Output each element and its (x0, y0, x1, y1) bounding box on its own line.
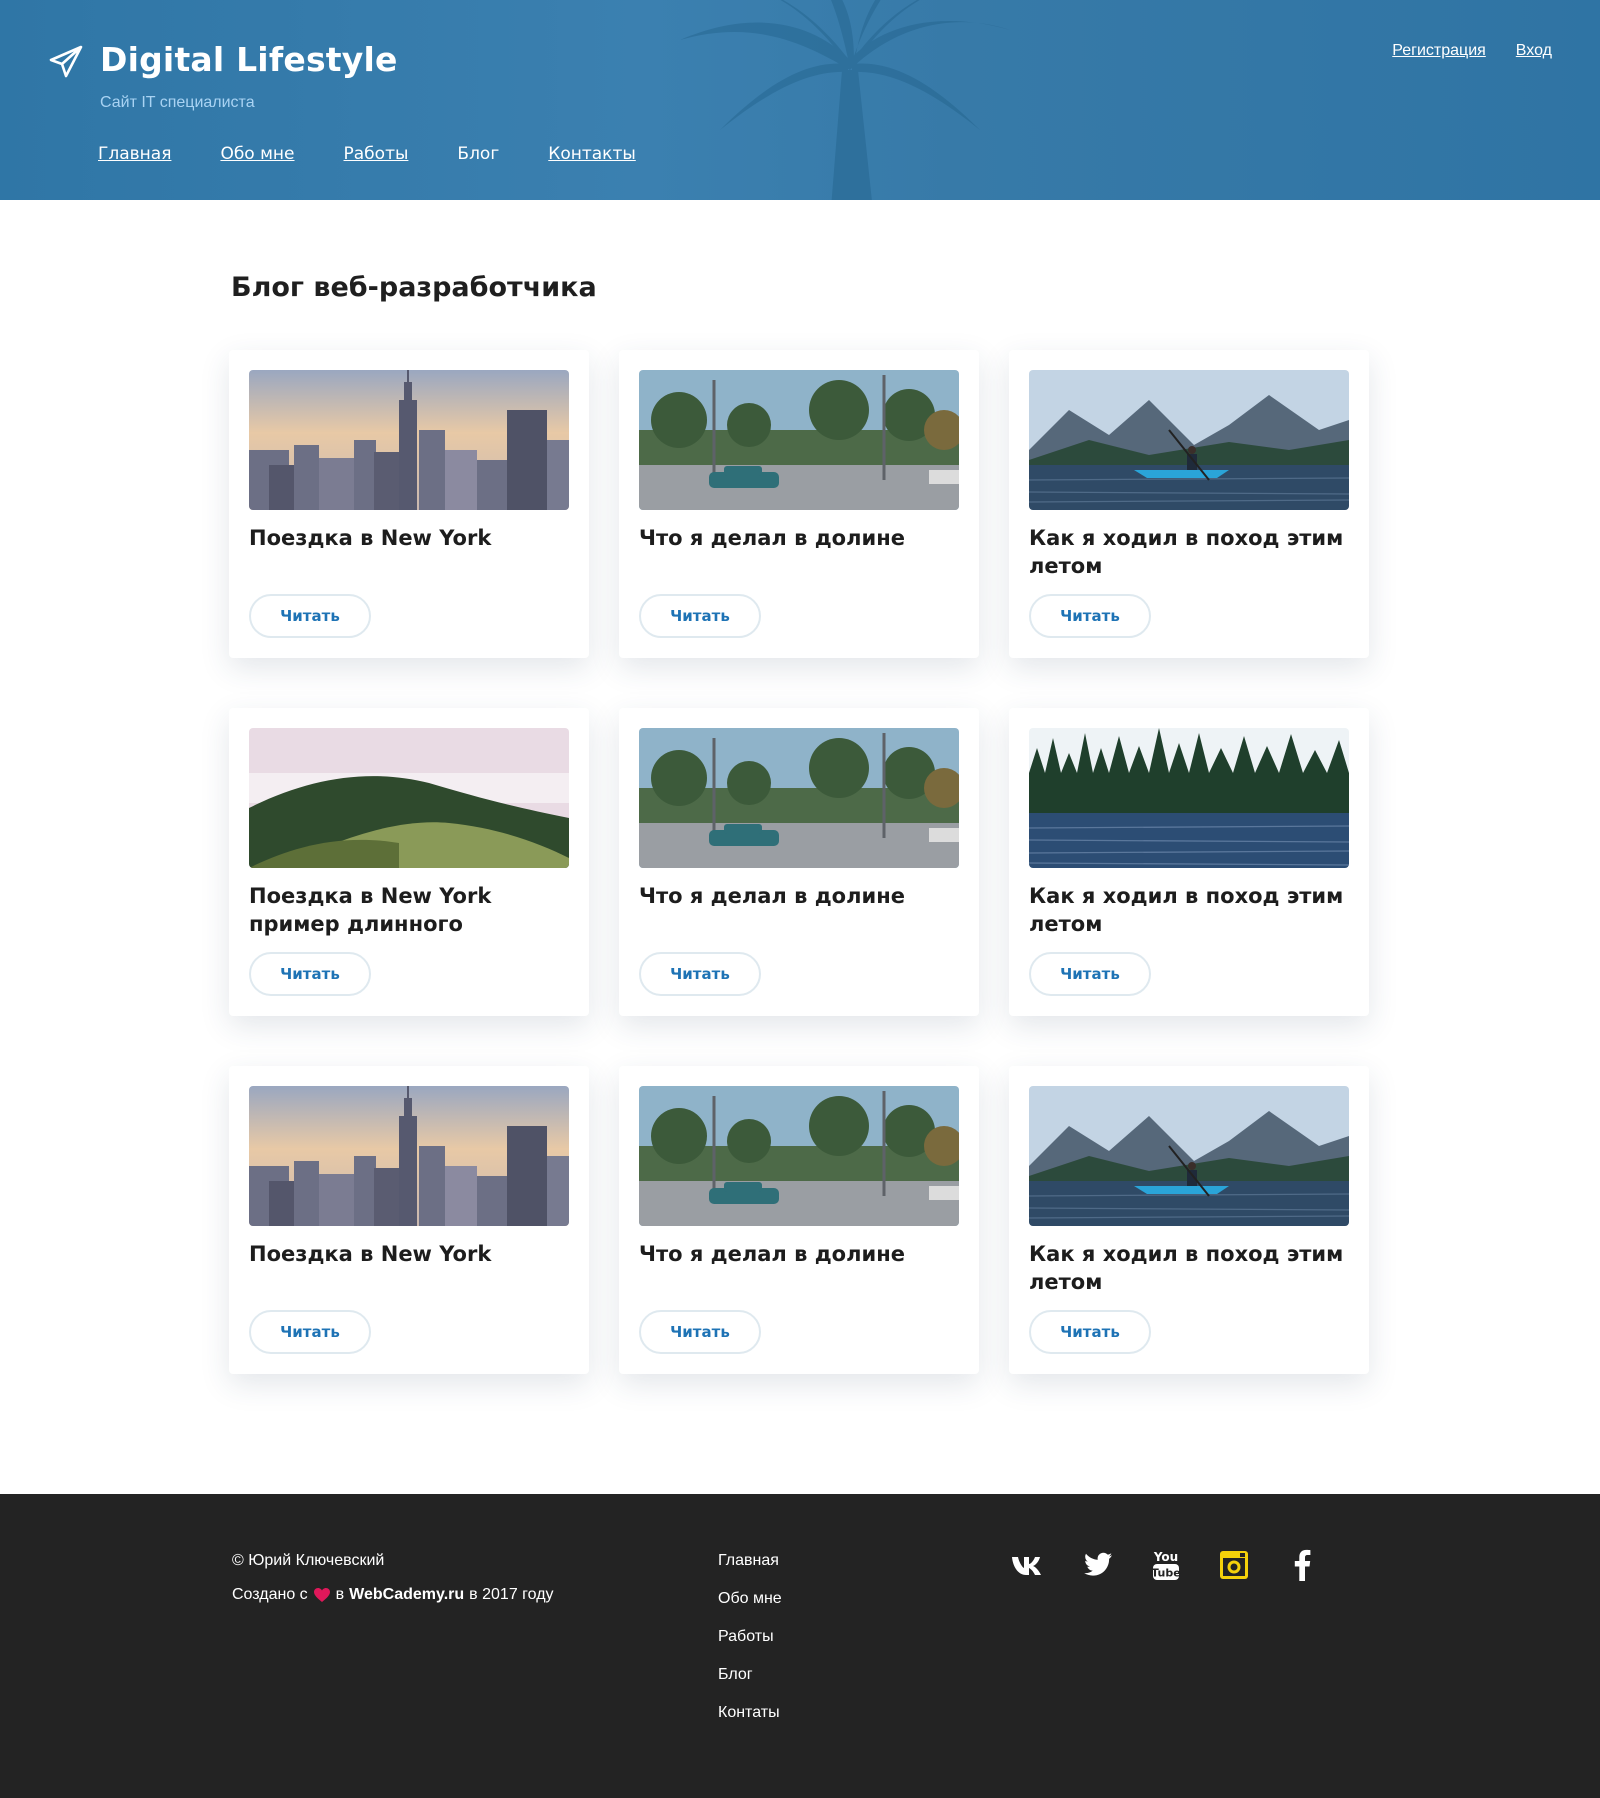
site-title[interactable]: Digital Lifestyle (100, 40, 398, 79)
nav-link-home[interactable]: Главная (98, 144, 171, 164)
svg-text:You: You (1153, 1550, 1178, 1564)
auth-links: Регистрация Вход (1392, 42, 1552, 60)
copyright-text: © Юрий Ключевский (232, 1552, 385, 1569)
post-card: Поездка в New York Читать (229, 350, 589, 658)
footer-link-works[interactable]: Работы (718, 1628, 782, 1666)
page-title: Блог веб-разработчика (231, 272, 597, 303)
post-title[interactable]: Как я ходил в поход этим летом (1029, 524, 1349, 580)
nav-link-about[interactable]: Обо мне (220, 144, 294, 164)
post-card: Как я ходил в поход этим летом Читать (1009, 708, 1369, 1016)
post-image-street[interactable] (639, 728, 959, 868)
nav-link-blog[interactable]: Блог (457, 144, 499, 164)
post-title[interactable]: Что я делал в долине (639, 882, 959, 938)
read-button[interactable]: Читать (249, 1310, 371, 1354)
site-header: Digital Lifestyle Сайт IT специалиста Гл… (0, 0, 1600, 200)
post-image-street[interactable] (639, 1086, 959, 1226)
post-image-hills[interactable] (249, 728, 569, 868)
svg-text:Tube: Tube (1151, 1567, 1180, 1580)
youtube-icon[interactable]: You Tube (1146, 1548, 1186, 1582)
palm-tree-background (680, 0, 1010, 200)
site-footer: © Юрий Ключевский Создано с в WebCademy.… (0, 1494, 1600, 1798)
post-title[interactable]: Что я делал в долине (639, 1240, 959, 1296)
paper-plane-icon (49, 45, 83, 78)
made-with-text: Создано с в WebCademy.ru в 2017 году (232, 1586, 554, 1604)
footer-link-about[interactable]: Обо мне (718, 1590, 782, 1628)
read-button[interactable]: Читать (249, 952, 371, 996)
post-card: Что я делал в долине Читать (619, 1066, 979, 1374)
post-title[interactable]: Как я ходил в поход этим летом (1029, 1240, 1349, 1296)
blog-posts-grid: Поездка в New York Читать Что я делал в д… (229, 350, 1371, 1374)
vk-icon[interactable] (1010, 1548, 1050, 1582)
nav-link-works[interactable]: Работы (344, 144, 409, 164)
post-card: Что я делал в долине Читать (619, 350, 979, 658)
read-button[interactable]: Читать (1029, 594, 1151, 638)
footer-link-home[interactable]: Главная (718, 1552, 782, 1590)
post-title[interactable]: Поездка в New York (249, 524, 569, 580)
post-card: Что я делал в долине Читать (619, 708, 979, 1016)
webcademy-link[interactable]: WebCademy.ru (349, 1586, 464, 1604)
post-image-kayak[interactable] (1029, 370, 1349, 510)
read-button[interactable]: Читать (639, 594, 761, 638)
main-nav: Главная Обо мне Работы Блог Контакты (98, 144, 685, 164)
post-image-city[interactable] (249, 1086, 569, 1226)
site-subtitle: Сайт IT специалиста (100, 94, 255, 111)
post-image-forest[interactable] (1029, 728, 1349, 868)
instagram-icon[interactable] (1214, 1548, 1254, 1582)
read-button[interactable]: Читать (639, 952, 761, 996)
post-card: Как я ходил в поход этим летом Читать (1009, 350, 1369, 658)
twitter-icon[interactable] (1078, 1548, 1118, 1582)
footer-link-blog[interactable]: Блог (718, 1666, 782, 1704)
nav-link-contacts[interactable]: Контакты (548, 144, 636, 164)
login-link[interactable]: Вход (1516, 42, 1552, 60)
read-button[interactable]: Читать (1029, 1310, 1151, 1354)
made-prefix: Создано с (232, 1586, 308, 1603)
post-image-street[interactable] (639, 370, 959, 510)
footer-nav: Главная Обо мне Работы Блог Контаты (718, 1552, 782, 1742)
read-button[interactable]: Читать (249, 594, 371, 638)
read-button[interactable]: Читать (639, 1310, 761, 1354)
post-card: Поездка в New York пример длинного назва… (229, 708, 589, 1016)
read-button[interactable]: Читать (1029, 952, 1151, 996)
post-title[interactable]: Что я делал в долине (639, 524, 959, 580)
heart-icon (313, 1588, 330, 1602)
post-title[interactable]: Поездка в New York (249, 1240, 569, 1296)
post-card: Как я ходил в поход этим летом Читать (1009, 1066, 1369, 1374)
footer-link-contacts[interactable]: Контаты (718, 1704, 782, 1742)
post-image-kayak[interactable] (1029, 1086, 1349, 1226)
post-title[interactable]: Поездка в New York пример длинного назва… (249, 882, 569, 938)
facebook-icon[interactable] (1282, 1548, 1322, 1582)
made-suffix: в 2017 году (469, 1586, 554, 1603)
post-card: Поездка в New York Читать (229, 1066, 589, 1374)
post-image-city[interactable] (249, 370, 569, 510)
made-in: в (335, 1586, 345, 1603)
register-link[interactable]: Регистрация (1392, 42, 1486, 60)
social-links: You Tube (1010, 1548, 1322, 1582)
post-title[interactable]: Как я ходил в поход этим летом (1029, 882, 1349, 938)
